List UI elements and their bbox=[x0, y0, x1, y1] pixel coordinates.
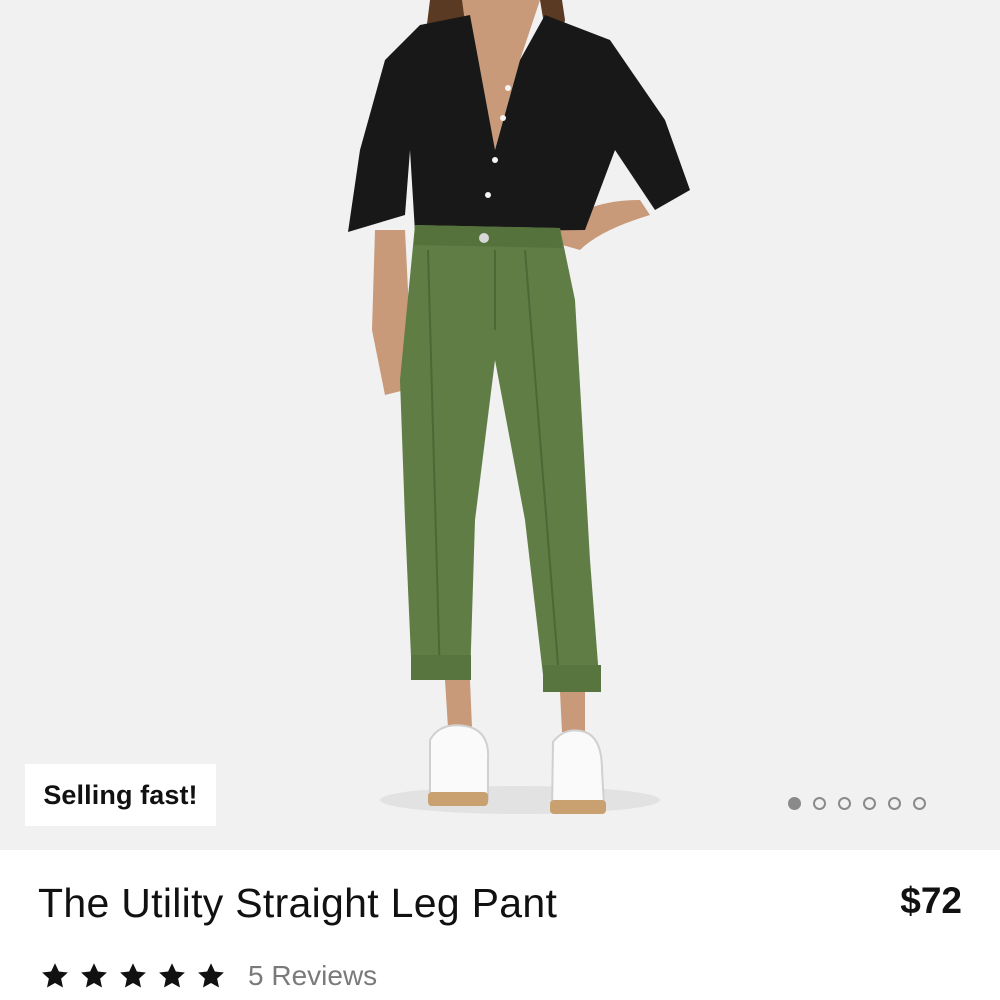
star-rating bbox=[40, 961, 226, 991]
product-price: $72 bbox=[900, 880, 962, 921]
carousel-pagination bbox=[788, 797, 926, 810]
product-photo bbox=[348, 0, 690, 814]
product-page: Selling fast! The Utility Straight Leg P… bbox=[0, 0, 1000, 1000]
reviews-link[interactable]: 5 Reviews bbox=[248, 960, 377, 992]
product-title: The Utility Straight Leg Pant bbox=[38, 880, 558, 926]
carousel-dot-4[interactable] bbox=[863, 797, 876, 810]
carousel-dot-2[interactable] bbox=[813, 797, 826, 810]
star-icon bbox=[42, 963, 68, 988]
carousel-dot-1[interactable] bbox=[788, 797, 801, 810]
carousel-dot-6[interactable] bbox=[913, 797, 926, 810]
product-image-carousel[interactable]: Selling fast! bbox=[0, 0, 1000, 850]
star-icon bbox=[81, 963, 107, 988]
star-icon bbox=[159, 963, 185, 988]
carousel-dot-3[interactable] bbox=[838, 797, 851, 810]
product-rating[interactable]: 5 Reviews bbox=[40, 960, 377, 992]
star-icon bbox=[120, 963, 146, 988]
carousel-dot-5[interactable] bbox=[888, 797, 901, 810]
selling-fast-badge: Selling fast! bbox=[25, 764, 216, 826]
star-icon bbox=[198, 963, 224, 988]
